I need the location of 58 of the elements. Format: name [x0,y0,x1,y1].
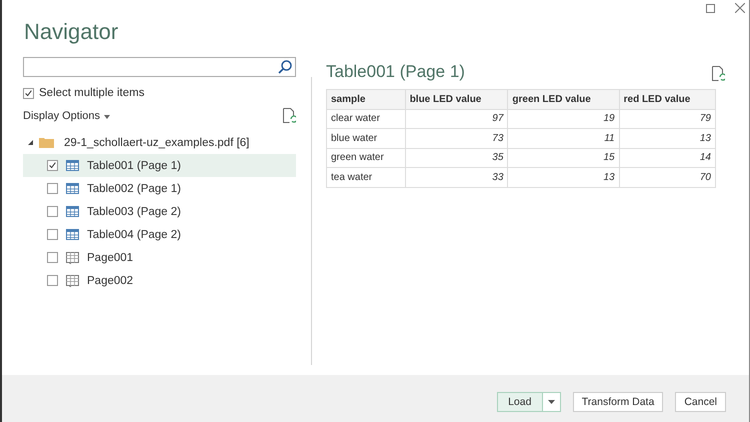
table-icon [66,183,79,194]
refresh-document-icon[interactable] [711,66,725,82]
checkbox[interactable] [47,160,58,171]
checkbox[interactable] [23,88,34,98]
table-cell: 70 [619,168,716,187]
maximize-icon[interactable] [706,4,715,12]
search-field[interactable] [23,57,296,77]
table-cell: green water [326,148,406,168]
checkbox[interactable] [47,229,58,240]
tree-item[interactable]: Table004 (Page 2) [23,223,296,246]
window-title: Navigator [23,18,120,46]
tree-item[interactable]: Table002 (Page 1) [23,177,296,200]
table-cell: 13 [508,168,620,187]
refresh-document-icon[interactable] [282,108,296,124]
checkbox[interactable] [47,252,58,263]
tree-item[interactable]: Table003 (Page 2) [23,200,296,223]
table-icon [66,160,79,171]
checkbox[interactable] [47,206,58,217]
dropdown-button[interactable] [542,392,561,412]
column-header: red LED value [619,90,716,109]
folder-icon [39,137,54,148]
dialog-button[interactable]: Cancel [675,392,726,412]
checkbox[interactable] [47,183,58,194]
checkbox-label: Select multiple items [39,87,144,99]
display-options-dropdown[interactable]: Display Options [23,110,110,122]
dialog-button[interactable]: Transform Data [572,392,664,412]
close-icon[interactable] [735,3,745,13]
tree-folder[interactable]: 29-1_schollaert-uz_examples.pdf [6] [64,136,250,148]
tree-item[interactable]: Page002 [23,269,296,292]
table-cell: 14 [619,148,716,168]
table-cell: 33 [405,168,508,187]
table-cell: 13 [619,128,716,148]
column-header: blue LED value [405,90,508,109]
preview-title: Table001 (Page 1) [326,62,465,82]
table-cell: 79 [619,109,716,128]
table-icon [66,229,79,240]
page-grid-icon [66,252,79,264]
page-grid-icon [66,274,79,286]
table-cell: 97 [405,109,508,128]
table-cell: 19 [508,109,620,128]
table-cell: tea water [326,168,406,187]
table-cell: 35 [405,148,508,168]
load-button[interactable]: Load [496,392,543,412]
expand-arrow-icon[interactable] [28,140,33,145]
table-cell: blue water [326,128,406,148]
search-icon[interactable] [278,60,292,74]
column-header: green LED value [508,90,620,109]
caret-icon [548,400,555,404]
tree-item[interactable]: Table001 (Page 1) [23,154,296,177]
table-icon [66,206,79,217]
table-cell: 11 [508,128,620,148]
tree-item[interactable]: Page001 [23,246,296,269]
caret-icon [104,115,110,119]
table-cell: 15 [508,148,620,168]
table-cell: clear water [326,109,406,128]
table-cell: 73 [405,128,508,148]
column-header: sample [326,90,406,109]
checkbox[interactable] [47,275,58,286]
